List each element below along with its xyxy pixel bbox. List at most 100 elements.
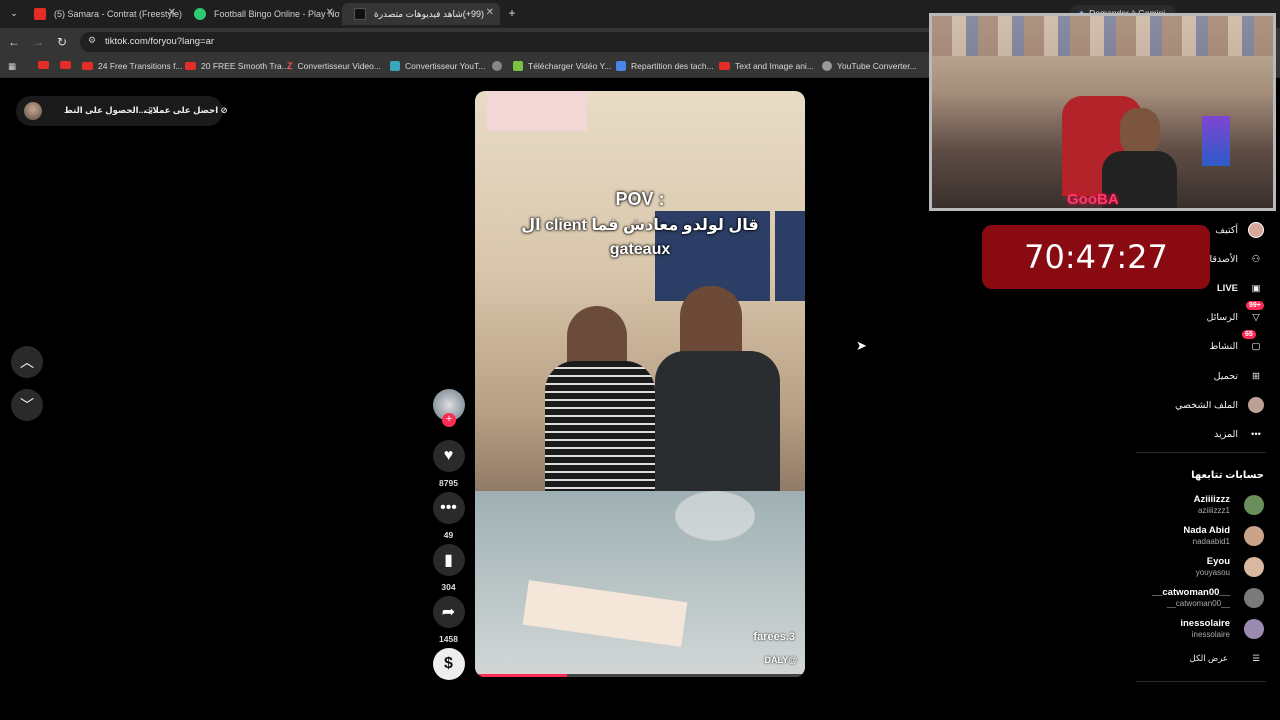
- following-item[interactable]: __catwoman00__ __catwoman00__: [1124, 585, 1264, 613]
- close-icon[interactable]: ✕: [326, 7, 334, 18]
- cake-dome: [675, 491, 755, 541]
- bookmark-label: Repartition des tach...: [631, 61, 714, 71]
- comment-button[interactable]: ••• 49: [432, 492, 465, 540]
- z-icon: Z: [287, 61, 293, 71]
- get-app-button[interactable]: الحصول على التط... ▯: [64, 105, 153, 116]
- like-count: 8795: [439, 478, 458, 488]
- youtube-icon: [719, 62, 730, 70]
- order-sign: [487, 91, 587, 131]
- following-item[interactable]: Nada Abid nadaabid1: [1124, 523, 1264, 551]
- friends-icon: ⚇: [1251, 253, 1261, 265]
- save-count: 304: [441, 582, 456, 592]
- account-name: Eyou: [1206, 556, 1230, 567]
- bookmark-text-image[interactable]: Text and Image ani...: [719, 61, 814, 71]
- bookmark-label: Text and Image ani...: [735, 61, 814, 71]
- music-disc-icon: $: [432, 648, 465, 680]
- avatar[interactable]: [24, 102, 42, 120]
- bookmark-repartition[interactable]: Repartition des tach...: [616, 61, 714, 71]
- bookmark-convertisseur-video[interactable]: Z Convertisseur Video...: [287, 61, 381, 71]
- top-actions-pill: الحصول على التط... ▯ احصل على عملات ⊘: [16, 96, 228, 126]
- nav-profile[interactable]: الملف الشخصي: [1175, 395, 1264, 415]
- nav-label: المزيد: [1214, 428, 1238, 440]
- nav-friends[interactable]: الأصدقاء ⚇: [1205, 249, 1264, 269]
- nav-label: النشاط: [1209, 340, 1238, 352]
- comment-icon: •••: [432, 492, 465, 524]
- bookmark-transitions[interactable]: 24 Free Transitions f...: [82, 61, 183, 71]
- nav-label: الرسائل: [1206, 311, 1238, 323]
- author-watermark: farees.3: [753, 631, 795, 643]
- following-item[interactable]: Aziiiizzz aziiiizzz1: [1124, 492, 1264, 520]
- live-icon: ▣: [1251, 282, 1261, 294]
- forward-icon[interactable]: →: [30, 34, 46, 50]
- tab-samara[interactable]: (5) Samara - Contrat (Freestyle) ✕: [22, 3, 182, 25]
- youtube-icon: [60, 61, 71, 69]
- heart-icon: ♥: [432, 440, 465, 472]
- youtube-icon: [82, 62, 93, 70]
- bingo-icon: [194, 8, 206, 20]
- previous-video-button[interactable]: ︿: [11, 346, 43, 378]
- nav-inbox[interactable]: الرسائل ▽ 99+: [1206, 301, 1264, 327]
- close-icon[interactable]: ✕: [486, 7, 494, 18]
- docs-icon: [616, 61, 626, 71]
- sound-button[interactable]: $: [432, 648, 465, 680]
- account-handle: aziiiizzz1: [1197, 506, 1230, 515]
- video-caption-line: POV :: [615, 189, 665, 209]
- bookmark-youtube-2[interactable]: [60, 61, 76, 69]
- streamer-logo: GooBA: [1067, 191, 1119, 208]
- back-icon[interactable]: ←: [6, 34, 22, 50]
- bookmark-youtube-converter[interactable]: YouTube Converter...: [822, 61, 917, 71]
- tab-title: (99+)شاهد فيديوهات متصدرة: [374, 8, 485, 19]
- rgb-light: [1202, 116, 1230, 166]
- inbox-icon: ▽ 99+: [1246, 301, 1264, 325]
- account-handle: inessolaire: [1191, 630, 1230, 639]
- account-handle: __catwoman00__: [1166, 599, 1230, 608]
- youtube-icon: [38, 61, 49, 69]
- tab-search-icon[interactable]: ⌄: [6, 5, 22, 21]
- nav-more[interactable]: المزيد •••: [1214, 424, 1264, 444]
- download-icon: [513, 61, 523, 71]
- nav-activity[interactable]: النشاط ▢ 65: [1209, 330, 1264, 356]
- nav-for-you[interactable]: أكتيف: [1215, 220, 1264, 240]
- next-video-button[interactable]: ﹀: [11, 389, 43, 421]
- nav-label: LIVE: [1216, 282, 1238, 294]
- share-button[interactable]: ➦ 1458: [432, 596, 465, 644]
- get-coins-button[interactable]: احصل على عملات ⊘: [144, 105, 228, 116]
- new-tab-icon[interactable]: +: [504, 5, 520, 21]
- reload-icon[interactable]: ↻: [54, 34, 70, 50]
- converter-icon: [390, 61, 400, 71]
- following-item[interactable]: inessolaire inessolaire: [1124, 616, 1264, 644]
- bookmark-telecharger[interactable]: Télécharger Vidéo Y...: [513, 61, 611, 71]
- account-name: Aziiiizzz: [1193, 494, 1230, 505]
- bookmark-label: 24 Free Transitions f...: [98, 61, 183, 71]
- avatar: [1244, 557, 1264, 577]
- nav-upload[interactable]: تحميل ⊞: [1214, 366, 1264, 386]
- nav-live[interactable]: LIVE ▣: [1217, 278, 1264, 298]
- stream-timer: 70:47:27: [982, 225, 1210, 289]
- bookmark-youtube-1[interactable]: [38, 61, 54, 69]
- nav-label: أكتيف: [1215, 224, 1238, 236]
- tab-football-bingo[interactable]: Football Bingo Online - Play Now ✕: [182, 3, 340, 25]
- creator-avatar-button[interactable]: +: [432, 389, 465, 427]
- see-all-label: عرض الكل: [1189, 652, 1228, 663]
- list-icon: ☰: [1252, 652, 1260, 663]
- bookmark-convertisseur-youtube[interactable]: Convertisseur YouT...: [390, 61, 485, 71]
- like-button[interactable]: ♥ 8795: [432, 440, 465, 488]
- apps-icon[interactable]: ▦: [8, 61, 16, 72]
- site-info-icon[interactable]: ⚙: [88, 35, 96, 46]
- see-all-button[interactable]: عرض الكل ☰: [1190, 648, 1264, 668]
- follow-plus-icon[interactable]: +: [442, 413, 456, 427]
- tab-tiktok[interactable]: (99+)شاهد فيديوهات متصدرة ✕: [342, 3, 500, 25]
- youtube-icon: [34, 8, 46, 20]
- url-bar[interactable]: ⚙ tiktok.com/foryou?lang=ar: [80, 32, 940, 52]
- bookmark-globe[interactable]: [492, 61, 507, 71]
- bookmark-label: Télécharger Vidéo Y...: [528, 61, 612, 71]
- webcam-overlay: GooBA: [929, 13, 1276, 211]
- save-button[interactable]: ▮ 304: [432, 544, 465, 592]
- activity-icon: ▢ 65: [1242, 330, 1264, 354]
- video-player[interactable]: POV : ال client قال لولدو معادش فما gate…: [475, 91, 805, 677]
- following-item[interactable]: Eyou youyasou: [1124, 554, 1264, 582]
- close-icon[interactable]: ✕: [168, 7, 176, 18]
- bookmark-smooth[interactable]: 20 FREE Smooth Tra...: [185, 61, 289, 71]
- url-text: tiktok.com/foryou?lang=ar: [105, 36, 215, 47]
- divider: [1136, 452, 1266, 453]
